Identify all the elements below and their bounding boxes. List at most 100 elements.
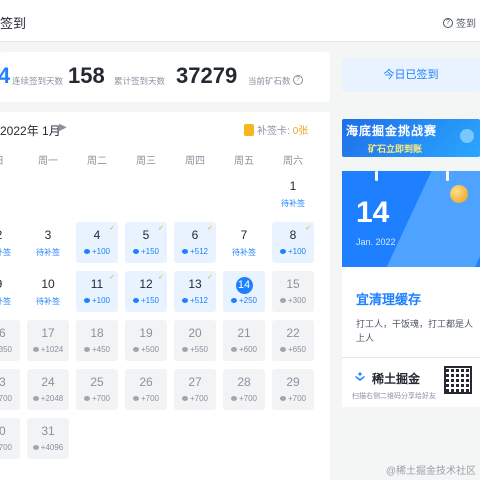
day-number-text: 31 — [41, 424, 55, 438]
challenge-banner[interactable]: 海底掘金挑战赛 矿石立即到账 — [342, 119, 480, 157]
next-month-icon[interactable]: ▶ — [59, 122, 67, 133]
day-number-text: 9 — [0, 277, 2, 291]
calendar-day[interactable]: 19 +500 — [125, 320, 167, 361]
day-reward: 待补签 — [27, 247, 69, 258]
card-pin — [446, 171, 449, 181]
page-title: 签到 — [0, 16, 27, 31]
day-number: 9 — [0, 277, 20, 291]
day-number: 10 — [27, 277, 69, 291]
day-reward: +700 — [0, 443, 20, 452]
day-reward: +100 — [76, 296, 118, 305]
calendar-day[interactable]: 27 +700 — [174, 369, 216, 410]
day-reward: +2048 — [27, 394, 69, 403]
calendar-day[interactable]: 1 待补签 — [272, 173, 314, 214]
weekday-label: 周三 — [136, 156, 156, 167]
day-number: 30 — [0, 424, 20, 438]
calendar-day[interactable]: 16 +350 — [0, 320, 20, 361]
calendar-day[interactable]: 28 +700 — [223, 369, 265, 410]
calendar-day[interactable]: 10 待补签 — [27, 271, 69, 312]
calendar-day[interactable]: 23 +700 — [0, 369, 20, 410]
calendar-day[interactable]: 26 +700 — [125, 369, 167, 410]
qr-code — [444, 366, 472, 394]
day-reward: +700 — [272, 394, 314, 403]
day-reward: 待补签 — [0, 296, 20, 307]
day-reward-text: +100 — [91, 247, 111, 256]
calendar-day[interactable]: 7 待补签 — [223, 222, 265, 263]
calendar-day[interactable]: 3 待补签 — [27, 222, 69, 263]
day-reward: +450 — [76, 345, 118, 354]
total-days-value: 158 — [68, 63, 105, 88]
calendar-day[interactable]: 2 待补签 — [0, 222, 20, 263]
ore-icon — [132, 347, 139, 353]
calendar-day[interactable]: 29 +700 — [272, 369, 314, 410]
calendar-day[interactable]: 17 +1024 — [27, 320, 69, 361]
watermark: @稀土掘金技术社区 — [385, 466, 476, 477]
day-reward-text: 待补签 — [281, 199, 305, 208]
day-number-text: 23 — [0, 375, 6, 389]
calendar-day[interactable]: 14 +250 — [223, 271, 265, 312]
day-number-text: 8 — [289, 228, 297, 242]
day-number-text: 30 — [0, 424, 6, 438]
calendar-day[interactable]: 22 +650 — [272, 320, 314, 361]
calendar-day[interactable]: 9 待补签 — [0, 271, 20, 312]
share-tip: 扫描右侧二维码分享给好友 — [352, 393, 436, 400]
calendar-day[interactable]: 4 +100 ✓ — [76, 222, 118, 263]
question-icon: ? — [443, 17, 453, 28]
day-number-text: 5 — [142, 228, 150, 242]
ore-label: 当前矿石数 — [248, 76, 291, 86]
ore-ball-icon — [450, 185, 468, 203]
calendar-day[interactable]: 8 +100 ✓ — [272, 222, 314, 263]
day-reward: +300 — [272, 296, 314, 305]
calendar-day[interactable]: 31 +4096 — [27, 418, 69, 459]
calendar-day[interactable]: 30 +700 — [0, 418, 20, 459]
ore-icon — [230, 298, 237, 304]
calendar-day[interactable]: 21 +600 — [223, 320, 265, 361]
day-number: 1 — [272, 179, 314, 193]
ore-icon — [132, 249, 139, 255]
signed-check-icon: ✓ — [207, 274, 213, 281]
fortune-desc: 打工人，干饭魂，打工都是人上人 — [356, 319, 474, 343]
calendar-day[interactable]: 24 +2048 — [27, 369, 69, 410]
date-card-month: Jan. 2022 — [356, 237, 396, 247]
day-number-text: 24 — [41, 375, 55, 389]
weekday-label: 周一 — [38, 156, 58, 167]
calendar-day[interactable]: 11 +100 ✓ — [76, 271, 118, 312]
day-number-text: 27 — [188, 375, 202, 389]
day-reward-text: +350 — [0, 345, 13, 354]
day-reward-text: +150 — [140, 247, 160, 256]
makeup-card-info: 补签卡: 0张 — [244, 122, 308, 137]
calendar-day[interactable]: 18 +450 — [76, 320, 118, 361]
calendar-day[interactable]: 25 +700 — [76, 369, 118, 410]
day-number: 2 — [0, 228, 20, 242]
day-reward-text: +550 — [189, 345, 209, 354]
calendar-day[interactable]: 5 +150 ✓ — [125, 222, 167, 263]
day-number: 14 — [223, 277, 265, 294]
signed-check-icon: ✓ — [207, 225, 213, 232]
ore-icon — [32, 396, 39, 402]
day-number: 24 — [27, 375, 69, 389]
day-reward-text: +250 — [238, 296, 258, 305]
date-card-day: 14 — [356, 196, 390, 229]
calendar-day[interactable]: 13 +512 ✓ — [174, 271, 216, 312]
day-reward: 待补签 — [27, 296, 69, 307]
calendar-day[interactable]: 12 +150 ✓ — [125, 271, 167, 312]
sign-rules-link[interactable]: ? 签到 — [443, 15, 476, 30]
day-number-text: 16 — [0, 326, 6, 340]
calendar-day[interactable]: 15 +300 — [272, 271, 314, 312]
day-reward-text: +700 — [189, 394, 209, 403]
weekday-label: 周二 — [87, 156, 107, 167]
signed-today-button[interactable]: 今日已签到 — [342, 58, 480, 92]
day-reward-text: +150 — [140, 296, 160, 305]
day-number-text: 12 — [139, 277, 153, 291]
ore-icon — [132, 298, 139, 304]
card-pin — [375, 171, 378, 181]
day-number-text: 3 — [44, 228, 52, 242]
ore-info-icon[interactable]: ? — [293, 75, 303, 85]
day-reward: +500 — [125, 345, 167, 354]
calendar-day[interactable]: 20 +550 — [174, 320, 216, 361]
day-reward-text: 待补签 — [36, 248, 60, 257]
day-reward-text: +1024 — [40, 345, 64, 354]
fortune-card: 宜清理缓存 打工人，干饭魂，打工都是人上人 — [342, 267, 480, 357]
calendar-day[interactable]: 6 +512 ✓ — [174, 222, 216, 263]
day-reward: +700 — [0, 394, 20, 403]
